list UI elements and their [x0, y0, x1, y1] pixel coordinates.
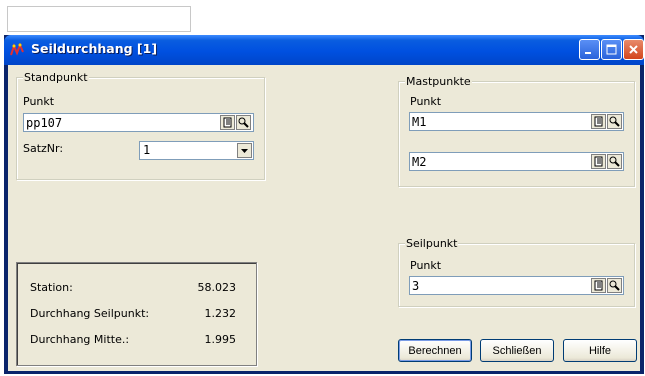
mast-m1-search-button[interactable]	[607, 114, 622, 129]
mast-m2-search-button[interactable]	[607, 154, 622, 169]
notebook-icon	[594, 156, 603, 167]
background-input-box	[7, 6, 191, 32]
schliessen-button[interactable]: Schließen	[480, 339, 554, 362]
title-bar[interactable]: Seildurchhang [1]	[4, 35, 644, 65]
maximize-icon	[606, 44, 617, 55]
mast-m1-input[interactable]	[412, 114, 587, 129]
close-button[interactable]	[623, 39, 644, 60]
notebook-icon	[594, 116, 603, 127]
standpunkt-pick-button[interactable]	[220, 115, 235, 130]
minimize-button[interactable]	[579, 39, 600, 60]
standpunkt-punkt-field	[23, 113, 254, 132]
result-value: 58.023	[197, 281, 237, 294]
satznr-label: SatzNr:	[23, 142, 64, 155]
seilpunkt-pick-button[interactable]	[591, 278, 606, 293]
search-icon	[609, 116, 620, 127]
minimize-icon	[585, 52, 591, 54]
mast-m1-field	[409, 112, 624, 131]
hilfe-button[interactable]: Hilfe	[563, 339, 637, 362]
chevron-down-icon	[241, 149, 248, 153]
mast-m1-pick-button[interactable]	[591, 114, 606, 129]
mast-m2-input[interactable]	[412, 154, 587, 169]
standpunkt-group: Standpunkt Punkt SatzNr: 1	[16, 71, 265, 180]
search-icon	[238, 117, 249, 128]
mastpunkte-legend: Mastpunkte	[405, 75, 472, 88]
berechnen-button[interactable]: Berechnen	[398, 339, 472, 362]
result-value: 1.995	[204, 333, 237, 346]
standpunkt-punkt-input[interactable]	[26, 115, 216, 130]
standpunkt-punkt-label: Punkt	[23, 95, 55, 108]
maximize-button[interactable]	[601, 39, 622, 60]
result-name: Station:	[30, 281, 73, 294]
satznr-select[interactable]: 1	[139, 141, 254, 160]
seilpunkt-punkt-label: Punkt	[410, 259, 442, 272]
satznr-dropdown-button[interactable]	[237, 143, 252, 158]
dialog-window: Seildurchhang [1] Standpunkt Punkt pp107…	[4, 35, 644, 374]
result-name: Durchhang Mitte.:	[30, 333, 130, 346]
notebook-icon	[594, 280, 603, 291]
standpunkt-legend: Standpunkt	[23, 71, 89, 84]
app-icon	[10, 43, 24, 56]
result-value: 1.232	[204, 307, 237, 320]
mast-m2-pick-button[interactable]	[591, 154, 606, 169]
search-icon	[609, 280, 620, 291]
standpunkt-search-button[interactable]	[236, 115, 251, 130]
satznr-value: 1	[143, 143, 151, 157]
seilpunkt-punkt-input[interactable]	[412, 278, 587, 293]
result-row-station: Station: 58.023	[30, 281, 236, 295]
mast-m2-field	[409, 152, 624, 171]
seilpunkt-group: Seilpunkt Punkt	[398, 237, 635, 307]
mastpunkte-group: Mastpunkte Punkt	[398, 75, 635, 187]
seilpunkt-punkt-field	[409, 276, 624, 295]
result-row-durchhang-seilpunkt: Durchhang Seilpunkt: 1.232	[30, 307, 236, 321]
dialog-client-area: Standpunkt Punkt SatzNr: 1 Mastpun	[8, 65, 640, 371]
window-title: Seildurchhang [1]	[31, 41, 158, 56]
result-row-durchhang-mitte: Durchhang Mitte.: 1.995	[30, 333, 236, 347]
result-name: Durchhang Seilpunkt:	[30, 307, 150, 320]
close-icon	[629, 45, 638, 54]
search-icon	[609, 156, 620, 167]
mastpunkte-punkt-label: Punkt	[410, 95, 442, 108]
results-panel: Station: 58.023 Durchhang Seilpunkt: 1.2…	[16, 262, 257, 366]
seilpunkt-search-button[interactable]	[607, 278, 622, 293]
seilpunkt-legend: Seilpunkt	[405, 237, 459, 250]
notebook-icon	[223, 117, 232, 128]
